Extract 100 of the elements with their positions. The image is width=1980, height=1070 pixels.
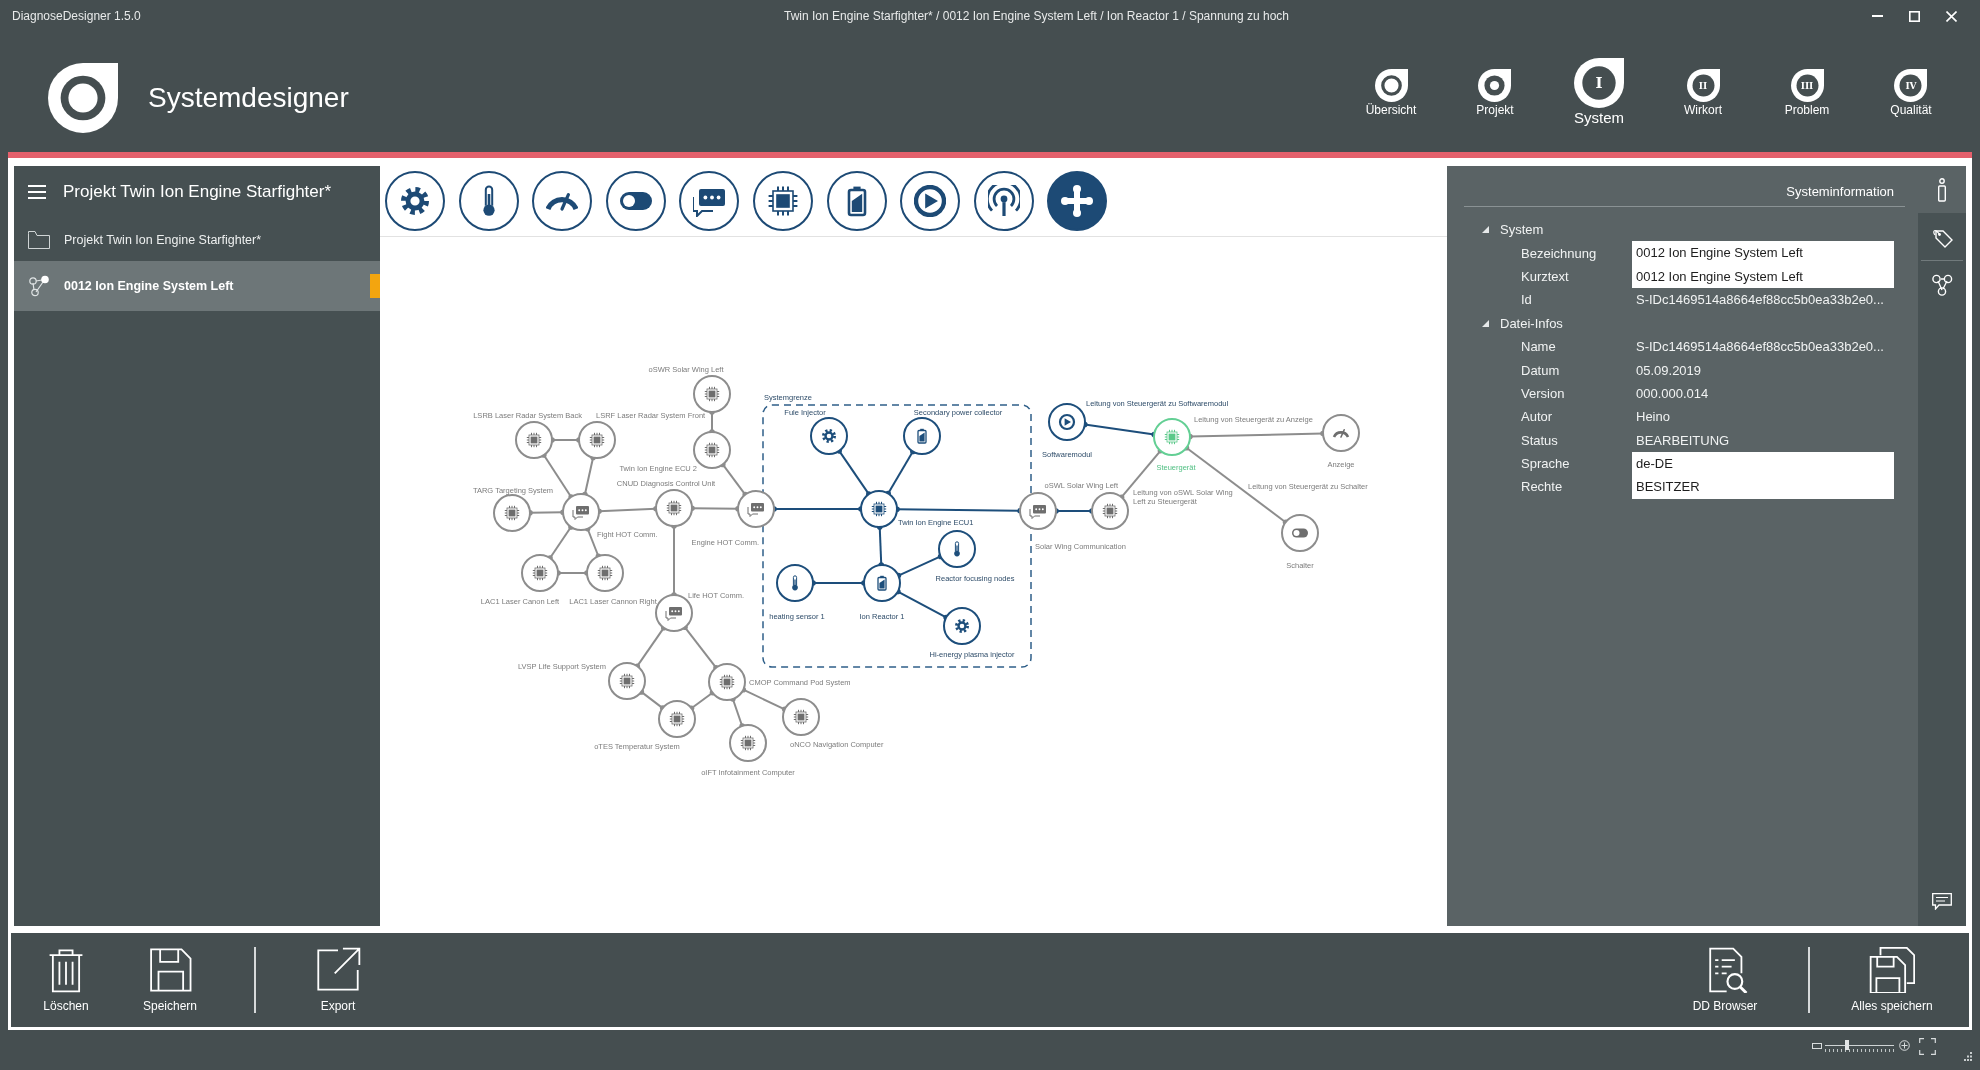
text-field[interactable]: 0012 Ion Engine System Left bbox=[1632, 241, 1894, 265]
slider-thumb[interactable] bbox=[1845, 1040, 1850, 1050]
chip-icon bbox=[504, 505, 520, 521]
roman-numeral: II bbox=[1698, 80, 1708, 91]
battery-icon bbox=[877, 575, 887, 591]
tree-item[interactable]: Projekt Twin Ion Engine Starfighter* bbox=[14, 218, 380, 261]
cross-icon bbox=[1061, 185, 1094, 217]
toolbar-button[interactable]: DD Browser bbox=[1675, 933, 1775, 1013]
toolbar-button[interactable]: Speichern bbox=[128, 933, 212, 1013]
property-value: S-IDc1469514a8664ef88cc5b0ea33b2e0... bbox=[1636, 292, 1884, 308]
chip-icon bbox=[719, 674, 735, 690]
app-name: DiagnoseDesigner 1.5.0 bbox=[12, 9, 141, 23]
ring-icon bbox=[1374, 69, 1408, 102]
app-title: Systemdesigner bbox=[148, 82, 349, 114]
property-label: Sprache bbox=[1521, 456, 1570, 472]
chip-icon bbox=[589, 432, 605, 448]
chip-icon bbox=[871, 501, 887, 517]
roman-numeral: III bbox=[1800, 80, 1814, 91]
marker-icon bbox=[370, 274, 380, 298]
network-icon bbox=[28, 275, 50, 297]
roman-numeral: IV bbox=[1905, 80, 1917, 91]
toolbar-button[interactable]: Export bbox=[296, 933, 380, 1013]
chat-icon bbox=[1029, 505, 1046, 519]
nav-tab[interactable]: IV Qualität bbox=[1890, 69, 1932, 118]
menu-icon[interactable] bbox=[28, 185, 46, 199]
antenna-icon bbox=[987, 185, 1020, 217]
window-title: Twin Ion Engine Starfighter* / 0012 Ion Engine System Left / Ion Reactor 1 / Spannung zu hoch bbox=[784, 9, 1289, 23]
caret-icon[interactable] bbox=[1482, 319, 1489, 327]
chip-icon bbox=[1164, 429, 1180, 445]
group-label: System bbox=[1500, 222, 1544, 238]
chat-icon bbox=[665, 607, 682, 621]
fullscreen-icon[interactable] bbox=[1919, 1038, 1936, 1055]
caret-icon[interactable] bbox=[1482, 226, 1489, 234]
chip-icon bbox=[740, 735, 756, 751]
gauge-icon bbox=[1332, 429, 1350, 438]
nav-tab[interactable]: Übersicht bbox=[1365, 69, 1417, 118]
thermometer-icon bbox=[954, 541, 960, 557]
property-value: BEARBEITUNG bbox=[1636, 432, 1730, 448]
comment-icon[interactable] bbox=[1932, 893, 1952, 910]
chip-icon bbox=[666, 500, 682, 516]
play-icon bbox=[914, 185, 947, 217]
property-label: Kurztext bbox=[1521, 268, 1569, 284]
property-label: Rechte bbox=[1521, 479, 1563, 495]
play-icon bbox=[1058, 413, 1076, 431]
property-label: Datum bbox=[1521, 362, 1560, 378]
chip-icon bbox=[704, 442, 720, 458]
text-field[interactable]: de-DE bbox=[1632, 451, 1894, 476]
panel-title: Systeminformation bbox=[1786, 183, 1894, 201]
export-icon bbox=[315, 947, 361, 993]
nav-tab[interactable]: II Wirkort bbox=[1684, 69, 1722, 118]
chip-icon bbox=[793, 709, 809, 725]
group-label: Datei-Infos bbox=[1500, 315, 1563, 331]
property-label: Version bbox=[1521, 385, 1565, 401]
chip-icon bbox=[1102, 503, 1118, 519]
thermometer-icon bbox=[792, 575, 798, 591]
chip-icon bbox=[704, 386, 720, 402]
maximize-icon[interactable] bbox=[1909, 10, 1920, 22]
save-icon bbox=[147, 947, 193, 993]
chip-icon bbox=[597, 565, 613, 581]
battery-icon bbox=[917, 428, 927, 444]
side-tab[interactable] bbox=[1918, 166, 1966, 213]
toolbar-button[interactable]: Alles speichern bbox=[1842, 933, 1942, 1013]
gear-icon bbox=[955, 619, 969, 633]
chip-icon bbox=[669, 711, 685, 727]
zoom-out-icon[interactable] bbox=[1812, 1043, 1822, 1049]
nav-tab[interactable]: III Problem bbox=[1784, 69, 1830, 118]
property-value: Heino bbox=[1636, 409, 1670, 425]
tree-item[interactable]: 0012 Ion Engine System Left bbox=[14, 261, 380, 311]
property-label: Bezeichnung bbox=[1521, 245, 1597, 261]
close-icon[interactable] bbox=[1946, 10, 1957, 22]
chat-icon bbox=[747, 503, 764, 517]
property-label: Name bbox=[1521, 339, 1556, 355]
chip-icon bbox=[532, 565, 548, 581]
property-value: 05.09.2019 bbox=[1636, 362, 1702, 378]
roman-numeral: I bbox=[1595, 75, 1603, 91]
toggle-icon bbox=[1292, 528, 1308, 538]
zoom-in-icon[interactable] bbox=[1899, 1040, 1910, 1051]
property-label: Status bbox=[1521, 432, 1558, 448]
text-field[interactable]: BESITZER bbox=[1632, 475, 1894, 499]
chip-icon bbox=[619, 673, 635, 689]
toolbar-button[interactable]: Löschen bbox=[24, 933, 108, 1013]
text-field[interactable]: 0012 Ion Engine System Left bbox=[1632, 264, 1894, 289]
chat-icon bbox=[572, 506, 589, 520]
property-value: 000.000.014 bbox=[1636, 385, 1709, 401]
resize-grip-icon[interactable] bbox=[1963, 1051, 1972, 1061]
logo-icon bbox=[48, 63, 118, 133]
property-label: Autor bbox=[1521, 409, 1553, 425]
gear-icon bbox=[399, 185, 431, 217]
save-all-icon bbox=[1869, 947, 1915, 993]
nav-tab[interactable]: Projekt bbox=[1476, 69, 1514, 118]
network-icon bbox=[1931, 273, 1953, 296]
sidebar-title: Projekt Twin Ion Engine Starfighter* bbox=[63, 182, 332, 202]
chip-icon bbox=[526, 432, 542, 448]
property-label: Id bbox=[1521, 292, 1532, 308]
folder-icon bbox=[28, 230, 50, 249]
nav-tab[interactable]: I System bbox=[1574, 58, 1624, 127]
tool-button[interactable] bbox=[385, 171, 445, 231]
property-value: S-IDc1469514a8664ef88cc5b0ea33b2e0... bbox=[1636, 339, 1884, 355]
chip-icon bbox=[766, 185, 799, 217]
gear-icon bbox=[822, 429, 836, 443]
